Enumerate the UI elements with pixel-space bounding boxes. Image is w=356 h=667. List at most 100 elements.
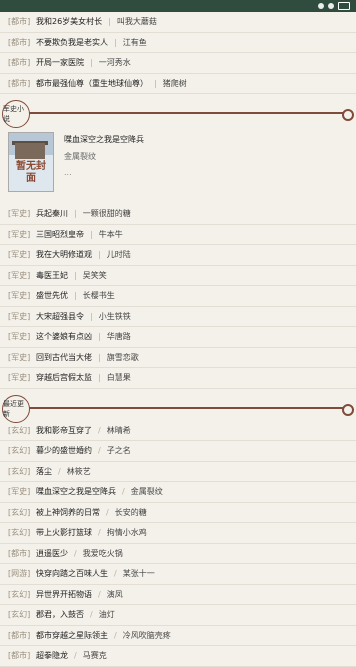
book-author: 长樱书生 — [82, 291, 115, 301]
recent-list: [玄幻] 我和影帝互穿了 / 林晴希 [玄幻] 暮少的盛世婚约 / 子之名 [玄幻] 落尘 / 林… — [0, 421, 356, 667]
wifi-icon — [328, 3, 334, 9]
list-item[interactable]: [都市] 都市穿越之星际领主 / 冷风吹脑壳疼 — [0, 626, 356, 646]
list-item[interactable]: [都市] 开局一家医院 | 一河秀水 — [0, 53, 356, 74]
book-title: 都市穿越之星际领主 — [36, 630, 108, 640]
book-cover[interactable]: 暂无封面 — [8, 132, 54, 192]
featured-book[interactable]: 暂无封面 喋血深空之我是空降兵 金属裂纹 ... — [0, 126, 356, 204]
list-item[interactable]: [都市] 逍遥医少 / 我爱吃火锅 — [0, 544, 356, 564]
book-author: 马赛克 — [82, 651, 107, 661]
list-item[interactable]: [军史] 兵起秦川 | 一颗很甜的糖 — [0, 204, 356, 225]
separator: / — [98, 446, 101, 456]
book-title: 都市最强仙尊（重生地球仙尊） — [36, 78, 148, 88]
list-item[interactable]: [军史] 这个婆娘有点凶 | 华唐路 — [0, 327, 356, 348]
book-author: 金属裂纹 — [130, 487, 163, 497]
separator: | — [74, 291, 77, 301]
list-item[interactable]: [军史] 盛世先优 | 长樱书生 — [0, 286, 356, 307]
book-author: 林筱艺 — [66, 466, 91, 476]
list-item[interactable]: [军史] 三国昭烈皇帝 | 牛本牛 — [0, 225, 356, 245]
category-label: [都市] — [8, 630, 31, 640]
list-item[interactable]: [玄幻] 落尘 / 林筱艺 — [0, 462, 356, 482]
section-divider — [24, 406, 348, 409]
book-author: 华唐路 — [106, 332, 131, 342]
divider-end-icon — [342, 403, 354, 416]
list-item[interactable]: [军史] 毒医王妃 | 吴笑笑 — [0, 266, 356, 286]
list-item[interactable]: [军史] 喋血深空之我是空降兵 / 金属裂纹 — [0, 482, 356, 503]
book-author: 一河秀水 — [98, 58, 131, 68]
book-author: 牛本牛 — [98, 229, 123, 239]
list-item[interactable]: [都市] 我和26岁美女村长 | 叫我大蘑菇 — [0, 12, 356, 33]
category-label: [都市] — [8, 17, 31, 27]
category-label: [军史] — [8, 270, 31, 280]
list-item[interactable]: [玄幻] 我和影帝互穿了 / 林晴希 — [0, 421, 356, 441]
book-title: 回到古代当大佬 — [36, 352, 92, 362]
featured-info: 喋血深空之我是空降兵 金属裂纹 ... — [64, 132, 144, 204]
category-label: [军史] — [8, 250, 31, 260]
book-author: 我爱吃火锅 — [82, 548, 123, 558]
separator: | — [98, 352, 101, 362]
list-item[interactable]: [都市] 不要欺负我是老实人 | 江有鱼 — [0, 33, 356, 53]
status-bar — [0, 0, 356, 12]
separator: | — [74, 209, 77, 219]
category-label: [军史] — [8, 311, 31, 321]
separator: / — [98, 528, 101, 538]
featured-title: 喋血深空之我是空降兵 — [64, 135, 144, 144]
book-author: 拘情小水鸡 — [106, 528, 147, 538]
list-item[interactable]: [军史] 我在大明修道观 | 儿时陆 — [0, 245, 356, 266]
list-item[interactable]: [玄幻] 带上火影打篮球 / 拘情小水鸡 — [0, 523, 356, 544]
list-item[interactable]: [军史] 回到古代当大佬 | 旗雪恋歌 — [0, 348, 356, 368]
battery-icon — [338, 2, 350, 10]
category-label: [都市] — [8, 37, 31, 47]
book-title: 三国昭烈皇帝 — [36, 229, 84, 239]
separator: / — [74, 548, 77, 558]
separator: / — [98, 589, 101, 599]
list-item[interactable]: [网游] 快穿向踏之百味人生 / 某张十一 — [0, 564, 356, 585]
list-item[interactable]: [都市] 都市最强仙尊（重生地球仙尊） | 猪爬树 — [0, 74, 356, 94]
book-title: 快穿向踏之百味人生 — [36, 569, 108, 579]
list-item[interactable]: [军史] 穿越后宫假太监 | 白慧果 — [0, 368, 356, 389]
divider-end-icon — [342, 109, 354, 121]
separator: | — [98, 373, 101, 383]
book-author: 猪爬树 — [162, 78, 187, 88]
book-title: 落尘 — [36, 466, 52, 476]
book-title: 兵起秦川 — [36, 209, 68, 219]
category-label: [军史] — [8, 373, 31, 383]
list-item[interactable]: [玄幻] 暮少的盛世婚约 / 子之名 — [0, 441, 356, 462]
separator: | — [108, 17, 111, 27]
separator: | — [114, 37, 117, 47]
section-badge: 最近更新 — [2, 394, 30, 423]
section-header-recent: 最近更新 — [0, 394, 356, 423]
book-author: 林晴希 — [106, 425, 131, 435]
list-item[interactable]: [都市] 超拳隐龙 / 马赛克 — [0, 646, 356, 667]
category-label: [玄幻] — [8, 610, 31, 620]
separator: / — [98, 425, 101, 435]
separator: / — [58, 466, 61, 476]
separator: | — [98, 250, 101, 260]
book-title: 我和26岁美女村长 — [36, 17, 103, 27]
book-author: 江有鱼 — [122, 37, 147, 47]
book-author: 冷风吹脑壳疼 — [122, 630, 171, 640]
separator: | — [90, 311, 93, 321]
section-divider — [24, 112, 348, 114]
featured-author: 金属裂纹 — [64, 152, 96, 161]
book-title: 喋血深空之我是空降兵 — [36, 487, 116, 497]
list-item[interactable]: [玄幻] 郡君，入鼓否 / 油灯 — [0, 605, 356, 626]
book-author: 长安的糖 — [114, 507, 147, 517]
list-item[interactable]: [玄幻] 异世界开拓物语 / 演凤 — [0, 585, 356, 605]
list-item[interactable]: [军史] 大宋超强县令 | 小生铁铁 — [0, 307, 356, 327]
category-label: [军史] — [8, 209, 31, 219]
separator: | — [98, 332, 101, 342]
book-title: 毒医王妃 — [36, 270, 68, 280]
separator: / — [90, 610, 93, 620]
list-item[interactable]: [玄幻] 被上神饲养的日常 / 长安的糖 — [0, 503, 356, 523]
top-list: [都市] 我和26岁美女村长 | 叫我大蘑菇 [都市] 不要欺负我是老实人 | … — [0, 12, 356, 94]
signal-icon — [318, 3, 324, 9]
military-list: [军史] 兵起秦川 | 一颗很甜的糖 [军史] 三国昭烈皇帝 | 牛本牛 [军史] 我在大明修… — [0, 204, 356, 389]
category-label: [玄幻] — [8, 425, 31, 435]
category-label: [玄幻] — [8, 466, 31, 476]
separator: / — [114, 569, 117, 579]
book-author: 一颗很甜的糖 — [82, 209, 131, 219]
book-title: 大宋超强县令 — [36, 311, 84, 321]
separator: / — [106, 507, 109, 517]
category-label: [网游] — [8, 569, 31, 579]
book-author: 子之名 — [106, 446, 131, 456]
